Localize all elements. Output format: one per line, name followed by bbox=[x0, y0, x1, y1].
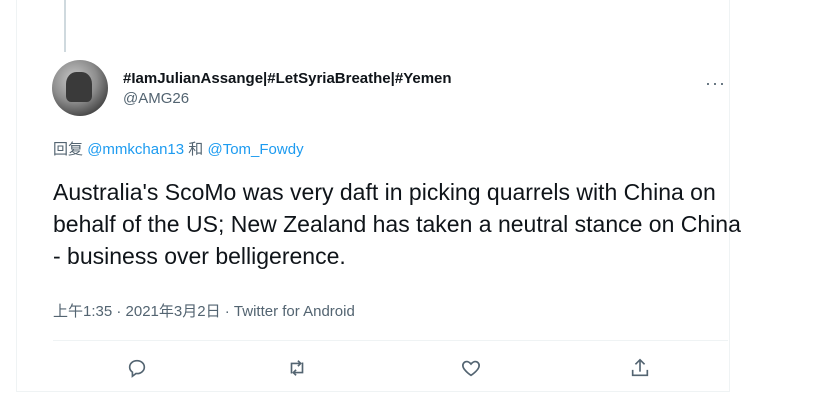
like-button[interactable] bbox=[457, 354, 485, 382]
reply-icon bbox=[128, 359, 146, 378]
action-bar bbox=[53, 354, 728, 384]
heart-icon bbox=[462, 360, 480, 377]
display-name[interactable]: #IamJulianAssange|#LetSyriaBreathe|#Yeme… bbox=[123, 70, 452, 87]
avatar-figure-icon bbox=[66, 72, 92, 102]
avatar[interactable] bbox=[52, 60, 108, 116]
action-divider bbox=[53, 340, 728, 341]
reply-button[interactable] bbox=[123, 354, 151, 382]
reply-prefix: 回复 bbox=[53, 141, 84, 158]
tweet-card: #IamJulianAssange|#LetSyriaBreathe|#Yeme… bbox=[16, 0, 741, 392]
thread-connector-line bbox=[64, 0, 66, 52]
retweet-icon bbox=[290, 360, 304, 376]
reply-connector: 和 bbox=[188, 141, 204, 158]
more-options-icon[interactable]: ··· bbox=[705, 74, 726, 92]
replying-to: 回复 @mmkchan13 和 @Tom_Fowdy bbox=[53, 138, 304, 159]
retweet-button[interactable] bbox=[283, 354, 311, 382]
tweet-text: Australia's ScoMo was very daft in picki… bbox=[53, 179, 741, 269]
share-icon bbox=[631, 358, 649, 377]
tweet-timestamp[interactable]: 上午1:35 · 2021年3月2日 · Twitter for Android bbox=[53, 300, 355, 321]
user-handle[interactable]: @AMG26 bbox=[123, 90, 189, 107]
mention-link-2[interactable]: @Tom_Fowdy bbox=[207, 141, 303, 158]
share-button[interactable] bbox=[626, 354, 654, 382]
mention-link-1[interactable]: @mmkchan13 bbox=[87, 141, 184, 158]
